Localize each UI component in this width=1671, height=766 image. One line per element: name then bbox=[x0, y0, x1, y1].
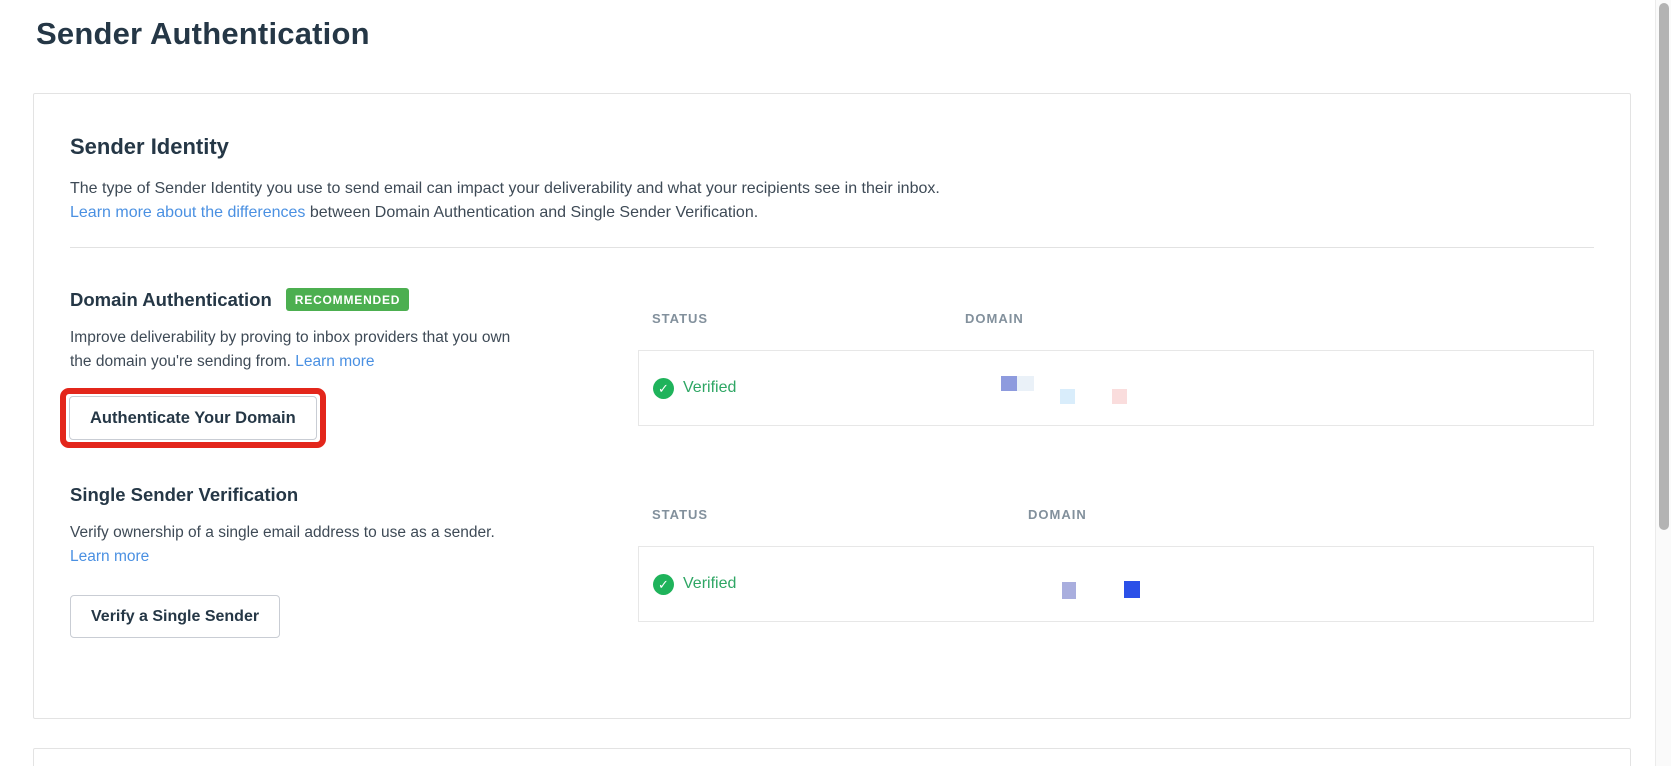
single-sender-description: Verify ownership of a single email addre… bbox=[70, 521, 638, 569]
domain-authentication-table-header: STATUS DOMAIN bbox=[638, 311, 1594, 327]
section-divider bbox=[70, 247, 1594, 248]
recommended-badge: RECOMMENDED bbox=[285, 288, 410, 311]
domain-authentication-description: Improve deliverability by proving to inb… bbox=[70, 326, 638, 374]
domain-authentication-heading: Domain Authentication bbox=[70, 288, 272, 310]
sender-identity-description-line2-rest: between Domain Authentication and Single… bbox=[305, 204, 759, 221]
sender-identity-description-line1: The type of Sender Identity you use to s… bbox=[70, 180, 940, 197]
single-sender-table-header: STATUS DOMAIN bbox=[638, 507, 1594, 523]
single-sender-learn-more-link[interactable]: Learn more bbox=[70, 548, 149, 565]
status-badge: ✓ Verified bbox=[653, 573, 737, 595]
verified-label: Verified bbox=[683, 575, 737, 592]
single-sender-verification-section: Single Sender Verification Verify owners… bbox=[70, 484, 1594, 638]
table-row[interactable]: ✓ Verified bbox=[638, 350, 1594, 426]
next-card-partial bbox=[33, 748, 1631, 766]
redacted-domain-pixel bbox=[1062, 582, 1076, 599]
annotation-highlight: Authenticate Your Domain bbox=[60, 388, 326, 448]
domain-authentication-description-line2: the domain you're sending from. Learn mo… bbox=[70, 350, 638, 374]
single-sender-description-line1: Verify ownership of a single email addre… bbox=[70, 524, 495, 541]
status-badge: ✓ Verified bbox=[653, 377, 737, 399]
learn-more-differences-link[interactable]: Learn more about the differences bbox=[70, 204, 305, 221]
single-sender-verification-heading: Single Sender Verification bbox=[70, 484, 299, 505]
redacted-domain-pixel bbox=[1017, 376, 1034, 391]
single-sender-info: Single Sender Verification Verify owners… bbox=[70, 484, 638, 638]
domain-authentication-description-line1: Improve deliverability by proving to inb… bbox=[70, 329, 511, 346]
status-column-header: STATUS bbox=[652, 507, 709, 522]
check-icon: ✓ bbox=[653, 377, 674, 399]
redacted-domain-pixel bbox=[1112, 389, 1127, 404]
domain-authentication-learn-more-link[interactable]: Learn more bbox=[295, 353, 374, 370]
page-title: Sender Authentication bbox=[36, 16, 370, 51]
scrollbar-thumb[interactable] bbox=[1659, 3, 1669, 530]
sender-identity-description-line2: Learn more about the differences between… bbox=[70, 201, 1594, 225]
domain-authentication-table: STATUS DOMAIN ✓ Verified bbox=[638, 288, 1594, 448]
table-row[interactable]: ✓ Verified bbox=[638, 546, 1594, 622]
single-sender-table: STATUS DOMAIN ✓ Verified bbox=[638, 484, 1594, 638]
scrollbar[interactable] bbox=[1655, 0, 1671, 766]
domain-authentication-section: Domain Authentication RECOMMENDED Improv… bbox=[60, 288, 1594, 448]
domain-authentication-description-line2-text: the domain you're sending from. bbox=[70, 353, 296, 370]
verify-single-sender-button[interactable]: Verify a Single Sender bbox=[70, 595, 281, 638]
redacted-domain-pixel bbox=[1124, 581, 1140, 598]
domain-column-header: DOMAIN bbox=[1028, 507, 1087, 522]
redacted-domain-pixel bbox=[1060, 389, 1075, 404]
check-icon: ✓ bbox=[653, 573, 674, 595]
sender-identity-heading: Sender Identity bbox=[70, 134, 229, 159]
redacted-domain-pixel bbox=[1001, 376, 1017, 391]
sender-identity-description: The type of Sender Identity you use to s… bbox=[70, 177, 1594, 225]
authenticate-your-domain-button[interactable]: Authenticate Your Domain bbox=[69, 396, 317, 440]
domain-column-header: DOMAIN bbox=[965, 311, 1024, 326]
status-column-header: STATUS bbox=[652, 311, 709, 326]
verified-label: Verified bbox=[683, 379, 737, 396]
domain-authentication-info: Domain Authentication RECOMMENDED Improv… bbox=[60, 288, 638, 448]
sender-identity-card: Sender Identity The type of Sender Ident… bbox=[33, 93, 1631, 719]
